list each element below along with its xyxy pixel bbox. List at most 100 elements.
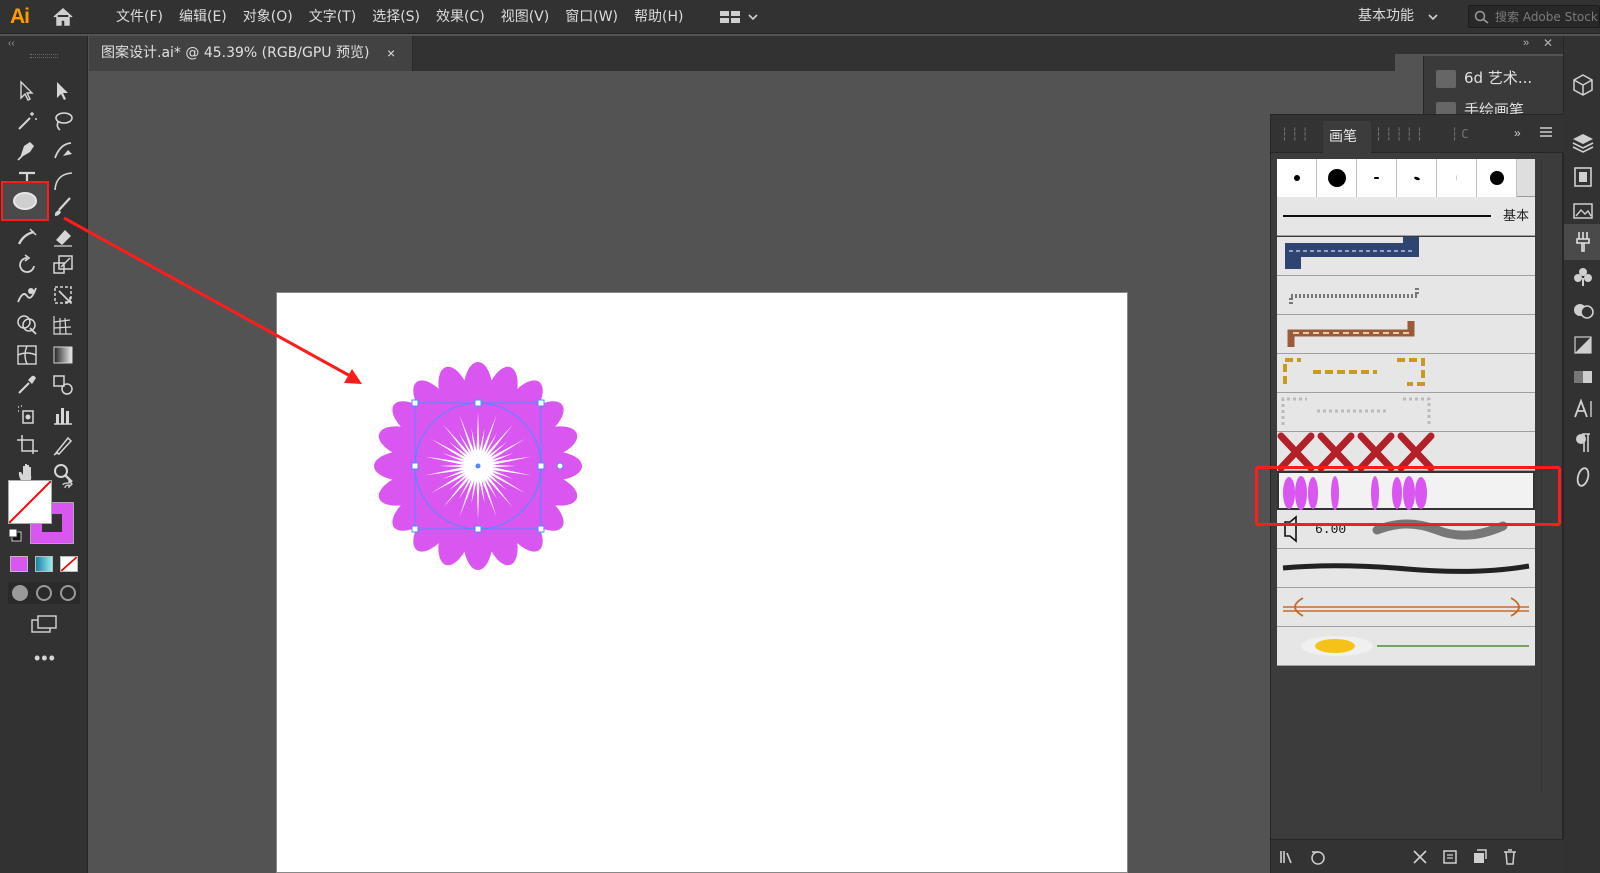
swap-fill-stroke-icon[interactable] bbox=[60, 479, 76, 496]
brush-list-scrollbar[interactable] bbox=[1541, 159, 1555, 794]
draw-behind-icon[interactable] bbox=[36, 585, 52, 601]
options-of-selected-object-icon[interactable] bbox=[1441, 848, 1459, 866]
flower-petal-pattern-brush[interactable] bbox=[1277, 471, 1535, 510]
shaper-tool-icon[interactable] bbox=[14, 224, 40, 250]
slice-tool-icon[interactable] bbox=[50, 432, 76, 458]
warp-tool-icon[interactable] bbox=[14, 282, 40, 308]
graphic-styles-icon[interactable] bbox=[1570, 298, 1596, 324]
edit-toolbar-icon[interactable]: ••• bbox=[34, 648, 56, 669]
menu-type[interactable]: 文字(T) bbox=[301, 0, 364, 34]
panel-expand-icon[interactable]: » bbox=[1514, 126, 1521, 140]
pattern-brush-row[interactable] bbox=[1277, 393, 1535, 432]
transparency-icon[interactable] bbox=[1570, 332, 1596, 358]
gradient-tool-icon[interactable] bbox=[50, 342, 76, 368]
menu-select[interactable]: 选择(S) bbox=[364, 0, 428, 34]
symbols-icon[interactable] bbox=[1570, 264, 1596, 290]
menu-window[interactable]: 窗口(W) bbox=[557, 0, 626, 34]
calligraphic-brush[interactable] bbox=[1317, 159, 1357, 197]
default-fill-stroke-icon[interactable] bbox=[8, 528, 22, 542]
magic-wand-tool-icon[interactable] bbox=[14, 108, 40, 134]
eyedropper-tool-icon[interactable] bbox=[14, 372, 40, 398]
selection-tool-icon[interactable] bbox=[14, 78, 40, 104]
home-icon[interactable] bbox=[52, 8, 74, 26]
direct-selection-tool-icon[interactable] bbox=[50, 78, 76, 104]
scale-tool-icon[interactable] bbox=[50, 252, 76, 278]
menu-effect[interactable]: 效果(C) bbox=[428, 0, 493, 34]
workspace-switcher[interactable]: 基本功能 bbox=[1358, 0, 1414, 32]
pattern-brush-row[interactable] bbox=[1277, 432, 1535, 471]
menu-help[interactable]: 帮助(H) bbox=[626, 0, 691, 34]
basic-brush-row[interactable]: 基本 bbox=[1277, 197, 1535, 236]
shape-builder-tool-icon[interactable] bbox=[14, 312, 40, 338]
artboards-icon[interactable] bbox=[1570, 164, 1596, 190]
live-corner-widget[interactable] bbox=[556, 462, 564, 470]
panel-tab-collapsed[interactable]: ┆┆┆ bbox=[1281, 127, 1312, 141]
brushes-dock-tab[interactable] bbox=[1564, 224, 1600, 260]
remove-brush-stroke-icon[interactable] bbox=[1411, 848, 1429, 866]
delete-brush-icon[interactable] bbox=[1501, 848, 1519, 866]
blend-tool-icon[interactable] bbox=[50, 372, 76, 398]
draw-normal-icon[interactable] bbox=[12, 585, 28, 601]
mesh-tool-icon[interactable] bbox=[14, 342, 40, 368]
symbol-sprayer-tool-icon[interactable] bbox=[14, 402, 40, 428]
change-screen-mode-icon[interactable] bbox=[30, 614, 58, 634]
calligraphic-brush[interactable] bbox=[1437, 159, 1477, 197]
search-input[interactable] bbox=[1495, 6, 1599, 27]
pen-tool-icon[interactable] bbox=[14, 138, 40, 164]
paintbrush-tool-icon[interactable] bbox=[50, 194, 76, 220]
perspective-grid-tool-icon[interactable] bbox=[50, 312, 76, 338]
draw-inside-icon[interactable] bbox=[60, 585, 76, 601]
library-item[interactable]: 6d 艺术... bbox=[1436, 66, 1532, 90]
pattern-brush-row[interactable] bbox=[1277, 237, 1535, 276]
flower-artwork[interactable] bbox=[370, 358, 586, 574]
gradient-mode-button[interactable] bbox=[35, 556, 53, 572]
art-brush-row[interactable] bbox=[1277, 549, 1535, 588]
curvature-tool-icon[interactable] bbox=[50, 138, 76, 164]
3d-cube-icon[interactable] bbox=[1570, 72, 1596, 98]
menu-view[interactable]: 视图(V) bbox=[493, 0, 558, 34]
character-icon[interactable] bbox=[1570, 396, 1596, 422]
pattern-brush-row[interactable] bbox=[1277, 276, 1535, 315]
brush-libraries-menu-icon[interactable] bbox=[1279, 848, 1297, 866]
paragraph-icon[interactable] bbox=[1570, 430, 1596, 456]
close-icon[interactable]: × bbox=[387, 36, 395, 70]
panel-tab-collapsed[interactable]: ┆C bbox=[1451, 127, 1471, 141]
ellipse-tool-icon[interactable] bbox=[1, 181, 49, 221]
layers-icon[interactable] bbox=[1570, 130, 1596, 156]
library-item[interactable]: 手绘画笔 bbox=[1436, 98, 1524, 114]
new-brush-icon[interactable] bbox=[1471, 848, 1489, 866]
art-brush-row[interactable] bbox=[1277, 588, 1535, 627]
arc-tool-icon[interactable] bbox=[50, 168, 76, 194]
close-dock-icon[interactable]: ✕ bbox=[1543, 36, 1553, 50]
libraries-panel-icon[interactable] bbox=[1309, 848, 1327, 866]
none-mode-button[interactable] bbox=[60, 556, 78, 572]
art-brush-row[interactable] bbox=[1277, 627, 1535, 666]
menu-file[interactable]: 文件(F) bbox=[108, 0, 171, 34]
pattern-brush-row[interactable] bbox=[1277, 354, 1535, 393]
rotate-tool-icon[interactable] bbox=[14, 252, 40, 278]
pattern-brush-row[interactable] bbox=[1277, 315, 1535, 354]
expand-dock-icon[interactable]: » bbox=[1523, 37, 1529, 49]
arrange-documents-icon[interactable] bbox=[720, 10, 760, 24]
calligraphic-brush[interactable] bbox=[1357, 159, 1397, 197]
panel-menu-icon[interactable] bbox=[1539, 125, 1553, 139]
document-tab[interactable]: 图案设计.ai* @ 45.39% (RGB/GPU 预览) × bbox=[89, 36, 413, 71]
artboard-tool-icon[interactable] bbox=[14, 432, 40, 458]
column-graph-tool-icon[interactable] bbox=[50, 402, 76, 428]
chevron-down-icon[interactable] bbox=[1428, 12, 1438, 22]
tab-brushes[interactable]: 画笔 bbox=[1323, 121, 1371, 153]
free-transform-tool-icon[interactable] bbox=[50, 282, 76, 308]
calligraphic-brush[interactable] bbox=[1277, 159, 1317, 197]
calligraphic-brush[interactable] bbox=[1477, 159, 1517, 197]
collapse-panel-icon[interactable]: ‹‹ bbox=[8, 38, 15, 49]
color-mode-button[interactable] bbox=[10, 556, 28, 572]
opentype-icon[interactable] bbox=[1570, 464, 1596, 490]
gradient-panel-icon[interactable] bbox=[1570, 364, 1596, 390]
panel-grip[interactable] bbox=[30, 54, 58, 58]
panel-tab-collapsed[interactable]: ┆┆┆┆┆ bbox=[1375, 127, 1426, 141]
eraser-tool-icon[interactable] bbox=[50, 224, 76, 250]
menu-edit[interactable]: 编辑(E) bbox=[171, 0, 235, 34]
image-trace-icon[interactable] bbox=[1570, 198, 1596, 224]
fill-swatch[interactable] bbox=[8, 480, 52, 524]
calligraphic-brush[interactable] bbox=[1397, 159, 1437, 197]
